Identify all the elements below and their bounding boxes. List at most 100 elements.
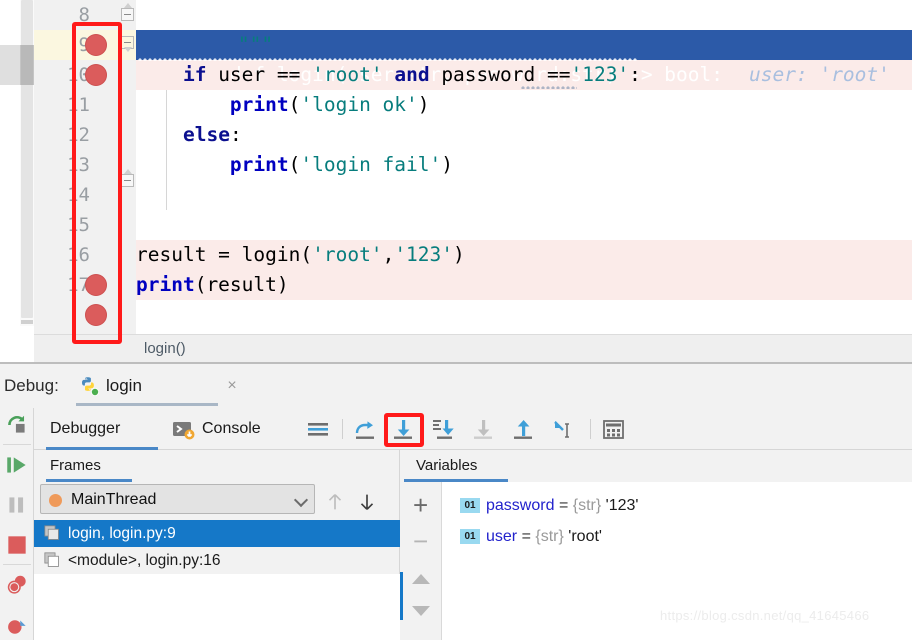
step-over-icon[interactable] xyxy=(354,418,378,442)
debug-session-tab-underline xyxy=(76,403,218,406)
variable-equals: = xyxy=(521,528,531,545)
chevron-down-icon[interactable] xyxy=(293,492,309,508)
line-number: 12 xyxy=(67,124,90,146)
code-line-12[interactable]: else: xyxy=(136,120,912,150)
step-out-icon[interactable] xyxy=(512,418,536,442)
frames-up-arrow-icon xyxy=(328,494,342,510)
code-fold-marker-icon[interactable] xyxy=(121,169,135,188)
code-line-9[interactable]: def login(user:str, password:str) -> boo… xyxy=(136,30,912,86)
code-line-17[interactable]: print(result) xyxy=(136,270,912,300)
step-into-my-code-icon[interactable] xyxy=(432,418,456,442)
tab-debugger[interactable]: Debugger xyxy=(50,408,120,450)
frame-label: login, login.py:9 xyxy=(68,525,176,542)
frames-header[interactable]: Frames xyxy=(50,450,101,482)
line-number: 14 xyxy=(67,184,90,206)
line-number: 10 xyxy=(67,64,90,86)
variables-toolbar[interactable]: + − xyxy=(400,482,442,640)
breakpoint-icon-line-9[interactable] xyxy=(85,34,107,56)
remove-watch-button[interactable]: − xyxy=(413,528,428,554)
line-number: 13 xyxy=(67,154,90,176)
code-editor[interactable]: 8 9 10 11 12 13 14 15 16 17 xyxy=(0,0,912,362)
close-icon[interactable]: × xyxy=(224,378,240,394)
line-number: 11 xyxy=(67,94,90,116)
debug-tool-window[interactable]: Debug: login × Debugger Console Frames M… xyxy=(0,362,912,640)
frame-icon xyxy=(44,525,59,540)
scroll-up-icon[interactable] xyxy=(412,574,430,584)
code-fold-marker-icon[interactable] xyxy=(121,36,135,52)
frames-down-arrow-icon[interactable] xyxy=(356,491,378,513)
run-to-cursor-icon[interactable] xyxy=(552,418,576,442)
variable-row[interactable]: 01 password = {str} '123' xyxy=(460,492,638,520)
line-number: 17 xyxy=(67,274,90,296)
variable-value: 'root' xyxy=(568,528,602,545)
variable-row[interactable]: 01 user = {str} 'root' xyxy=(460,523,602,551)
step-into-icon[interactable] xyxy=(392,418,416,442)
thread-status-icon xyxy=(49,494,62,507)
breadcrumb-left-spacer xyxy=(0,334,34,362)
watermark: https://blog.csdn.net/qq_41645466 xyxy=(660,608,870,623)
add-watch-button[interactable]: + xyxy=(413,492,428,518)
mute-breakpoints-icon[interactable] xyxy=(4,572,30,598)
frames-pane[interactable]: Frames MainThread login, login.py:9 <mod… xyxy=(34,450,400,640)
breakpoint-icon-line-17[interactable] xyxy=(85,304,107,326)
editor-hover-overlay-inner xyxy=(20,45,34,85)
thread-name: MainThread xyxy=(71,491,157,508)
tab-console[interactable]: Console xyxy=(202,408,261,450)
debug-actions-sidebar[interactable] xyxy=(0,408,34,640)
line-number: 15 xyxy=(67,214,90,236)
console-icon[interactable] xyxy=(172,418,196,442)
breadcrumb[interactable]: login() xyxy=(34,334,912,362)
variable-type: {str} xyxy=(572,497,602,514)
layout-settings-icon[interactable] xyxy=(306,418,330,442)
debug-label: Debug: xyxy=(4,376,59,395)
variable-value: '123' xyxy=(605,497,639,514)
line-number: 8 xyxy=(78,4,90,26)
toolbar-divider xyxy=(342,419,343,439)
frames-empty-area[interactable] xyxy=(34,574,400,640)
variable-type-badge: 01 xyxy=(460,498,480,514)
frame-list-item[interactable]: <module>, login.py:16 xyxy=(34,547,400,574)
line-number: 16 xyxy=(67,244,90,266)
code-line-16[interactable]: result = login('root','123') xyxy=(136,240,912,270)
force-step-into-icon xyxy=(474,420,492,439)
code-line-13[interactable]: print('login fail') xyxy=(136,150,912,180)
frame-icon xyxy=(44,552,59,567)
resume-program-icon[interactable] xyxy=(4,452,30,478)
editor-scrollbar-base xyxy=(21,320,33,324)
line-number: 9 xyxy=(34,30,90,60)
breakpoint-icon-line-16[interactable] xyxy=(85,274,107,296)
breakpoint-icon-line-10[interactable] xyxy=(85,64,107,86)
debug-title-bar: Debug: login × xyxy=(0,364,912,408)
variables-header[interactable]: Variables xyxy=(416,450,477,482)
frame-label: <module>, login.py:16 xyxy=(68,552,221,569)
debug-session-name[interactable]: login xyxy=(106,367,142,405)
code-line-8[interactable]: """ xyxy=(144,0,912,56)
variable-type: {str} xyxy=(535,528,564,545)
variable-equals: = xyxy=(558,497,569,514)
code-line-15[interactable] xyxy=(136,210,912,240)
variable-type-badge: 01 xyxy=(460,529,480,545)
code-line-11[interactable]: print('login ok') xyxy=(136,90,912,120)
debugger-toolbar[interactable]: Debugger Console xyxy=(34,408,912,450)
scroll-down-icon[interactable] xyxy=(412,606,430,616)
frame-list-item[interactable]: login, login.py:9 xyxy=(34,520,400,547)
pause-program-icon xyxy=(4,492,30,518)
frames-header-underline xyxy=(46,479,132,482)
thread-selector-dropdown[interactable]: MainThread xyxy=(40,484,315,514)
sidebar-divider xyxy=(3,444,31,445)
evaluate-expression-icon[interactable] xyxy=(602,418,626,442)
python-file-icon xyxy=(82,377,99,396)
variable-name: user xyxy=(486,528,518,545)
variable-name: password xyxy=(486,497,555,514)
breadcrumb-label[interactable]: login() xyxy=(144,335,186,363)
spellcheck-squiggle xyxy=(521,85,577,89)
toolbar-divider xyxy=(590,419,591,439)
code-fold-marker-icon[interactable] xyxy=(121,3,135,22)
code-text-area[interactable]: """ def login(user:str, password:str) ->… xyxy=(136,0,912,362)
code-line-14[interactable] xyxy=(136,180,912,210)
sidebar-divider xyxy=(3,564,31,565)
variables-selection-indicator xyxy=(400,572,403,620)
view-breakpoints-icon[interactable] xyxy=(4,614,30,640)
stop-icon[interactable] xyxy=(4,532,30,558)
rerun-icon[interactable] xyxy=(4,412,30,438)
